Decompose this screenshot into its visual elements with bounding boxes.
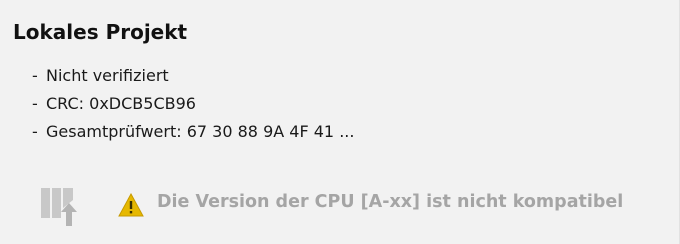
project-title: Lokales Projekt [13, 20, 188, 44]
crc-value: CRC: 0xDCB5CB96 [46, 94, 196, 113]
compatibility-status-row: Die Version der CPU [A-xx] ist nicht kom… [40, 182, 680, 230]
warning-triangle-icon [118, 193, 144, 217]
device-download-icon [41, 188, 77, 226]
project-details-list: - Nicht verifiziert - CRC: 0xDCB5CB96 - Ges… [32, 62, 354, 146]
verification-status: Nicht verifiziert [46, 66, 169, 85]
detail-crc: - CRC: 0xDCB5CB96 [32, 90, 354, 118]
bullet: - [32, 66, 38, 85]
checksum-value: Gesamtprüfwert: 67 30 88 9A 4F 41 ... [46, 122, 355, 141]
bullet: - [32, 94, 38, 113]
bullet: - [32, 122, 38, 141]
detail-verification: - Nicht verifiziert [32, 62, 354, 90]
compatibility-warning-text: Die Version der CPU [A-xx] ist nicht kom… [157, 192, 624, 212]
project-info-panel: Lokales Projekt - Nicht verifiziert - CRC:… [0, 0, 680, 244]
detail-checksum: - Gesamtprüfwert: 67 30 88 9A 4F 41 ... [32, 118, 354, 146]
